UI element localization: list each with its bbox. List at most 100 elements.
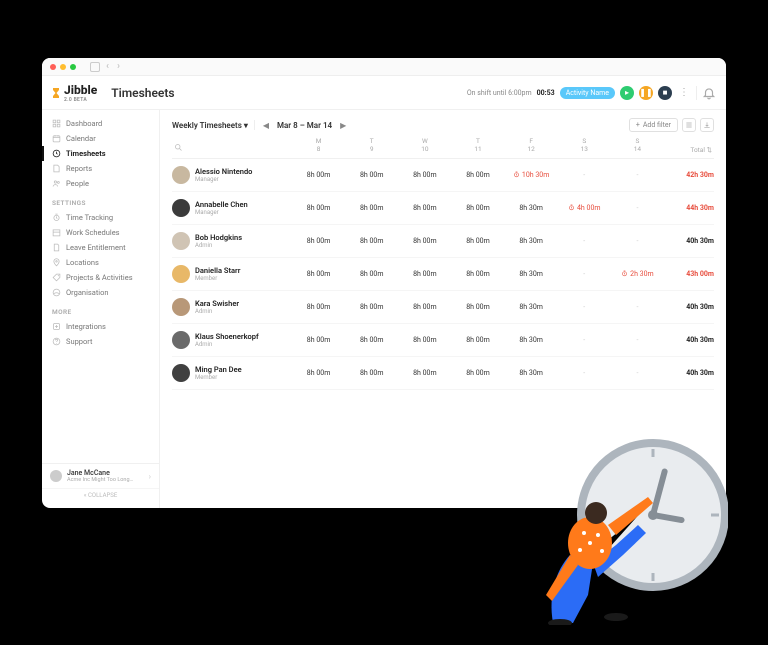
hours-cell: 8h 00m xyxy=(451,270,504,278)
day-column[interactable]: S13 xyxy=(558,138,611,154)
hours-cell: 8h 00m xyxy=(398,369,451,377)
hours-cell: 8h 00m xyxy=(398,171,451,179)
shift-elapsed: 00:53 xyxy=(537,89,555,97)
hours-cell: 8h 00m xyxy=(398,270,451,278)
export-button[interactable] xyxy=(700,118,714,132)
hours-cell: - xyxy=(558,270,611,278)
sidebar-item-people[interactable]: People xyxy=(42,176,159,191)
hours-cell: 8h 00m xyxy=(451,336,504,344)
table-row[interactable]: Daniella StarrMember8h 00m8h 00m8h 00m8h… xyxy=(172,258,714,291)
window-minimize-icon[interactable] xyxy=(60,64,66,70)
sidebar-item-label: Dashboard xyxy=(66,119,102,128)
sidebar-item-label: Time Tracking xyxy=(66,213,113,222)
brand-name: Jibble xyxy=(64,83,97,97)
hours-cell: 8h 30m xyxy=(505,369,558,377)
table-row[interactable]: Klaus ShoenerkopfAdmin8h 00m8h 00m8h 00m… xyxy=(172,324,714,357)
sidebar-item-integrations[interactable]: Integrations xyxy=(42,319,159,334)
settings-button[interactable] xyxy=(682,118,696,132)
day-column[interactable]: W10 xyxy=(398,138,451,154)
table-row[interactable]: Alessio NintendoManager8h 00m8h 00m8h 00… xyxy=(172,159,714,192)
reports-icon xyxy=(52,164,61,173)
search-column[interactable] xyxy=(172,143,292,154)
collapse-button[interactable]: « COLLAPSE xyxy=(42,488,159,502)
day-column[interactable]: T11 xyxy=(451,138,504,154)
shift-label: On shift until 6:00pm xyxy=(467,89,532,97)
nav-back-icon[interactable]: ‹ xyxy=(104,61,111,72)
window-close-icon[interactable] xyxy=(50,64,56,70)
download-icon xyxy=(703,121,711,129)
person-role: Member xyxy=(195,275,240,282)
sidebar-item-dashboard[interactable]: Dashboard xyxy=(42,116,159,131)
hours-cell: 8h 00m xyxy=(398,336,451,344)
activity-pill[interactable]: Activity Name xyxy=(560,87,615,99)
day-column[interactable]: S14 xyxy=(611,138,664,154)
table-row[interactable]: Ming Pan DeeMember8h 00m8h 00m8h 00m8h 0… xyxy=(172,357,714,390)
sidebar-item-organisation[interactable]: Organisation xyxy=(42,285,159,300)
hours-cell: 8h 00m xyxy=(451,204,504,212)
sidebar-user[interactable]: Jane McCane Acme Inc Might Too Long… › xyxy=(42,463,159,488)
hours-cell: - xyxy=(611,303,664,311)
view-selector[interactable]: Weekly Timesheets ▾ xyxy=(172,121,248,130)
sidebar-item-locations[interactable]: Locations xyxy=(42,255,159,270)
range-prev-icon[interactable]: ◀ xyxy=(261,121,271,130)
day-column[interactable]: F12 xyxy=(505,138,558,154)
sidebar-item-label: Leave Entitlement xyxy=(66,243,126,252)
avatar xyxy=(172,199,190,217)
sidebar-item-leave-entitlement[interactable]: Leave Entitlement xyxy=(42,240,159,255)
hours-cell: 8h 30m xyxy=(505,303,558,311)
sidebar-item-calendar[interactable]: Calendar xyxy=(42,131,159,146)
person-cell: Daniella StarrMember xyxy=(172,265,292,283)
person-name: Ming Pan Dee xyxy=(195,365,242,374)
person-cell: Annabelle ChenManager xyxy=(172,199,292,217)
sidebar-item-timesheets[interactable]: Timesheets xyxy=(42,146,159,161)
sidebar-item-reports[interactable]: Reports xyxy=(42,161,159,176)
overtime-icon xyxy=(568,204,575,211)
person-role: Manager xyxy=(195,209,248,216)
sidebar-item-support[interactable]: Support xyxy=(42,334,159,349)
chevron-right-icon: › xyxy=(149,472,151,481)
day-column[interactable]: M8 xyxy=(292,138,345,154)
hours-cell: - xyxy=(611,237,664,245)
hours-cell: 8h 00m xyxy=(345,369,398,377)
timesheets-icon xyxy=(52,149,61,158)
overtime-icon xyxy=(513,171,520,178)
add-filter-button[interactable]: + Add filter xyxy=(629,118,678,132)
hours-cell: 8h 00m xyxy=(292,237,345,245)
avatar xyxy=(172,265,190,283)
range-next-icon[interactable]: ▶ xyxy=(338,121,348,130)
sidebar-item-label: Organisation xyxy=(66,288,109,297)
total-header[interactable]: Total ⇅ xyxy=(664,146,714,154)
table-row[interactable]: Kara SwisherAdmin8h 00m8h 00m8h 00m8h 00… xyxy=(172,291,714,324)
sidebar-item-time-tracking[interactable]: Time Tracking xyxy=(42,210,159,225)
hours-cell: - xyxy=(611,336,664,344)
window-titlebar: ‹ › xyxy=(42,58,726,76)
table-row[interactable]: Annabelle ChenManager8h 00m8h 00m8h 00m8… xyxy=(172,192,714,225)
date-range[interactable]: Mar 8 – Mar 14 xyxy=(277,121,332,130)
sidebar-section-settings: SETTINGS xyxy=(42,191,159,210)
sidebar-toggle-icon[interactable] xyxy=(90,62,100,72)
table-header: M8T9W10T11F12S13S14 Total ⇅ xyxy=(172,138,714,159)
window-zoom-icon[interactable] xyxy=(70,64,76,70)
table-row[interactable]: Bob HodgkinsAdmin8h 00m8h 00m8h 00m8h 00… xyxy=(172,225,714,258)
total-cell: 40h 30m xyxy=(664,237,714,245)
brand-logo[interactable]: Jibble 2.0 BETA xyxy=(50,83,97,103)
tag-icon xyxy=(52,273,61,282)
bell-icon[interactable] xyxy=(702,86,716,100)
total-cell: 40h 30m xyxy=(664,336,714,344)
dashboard-icon xyxy=(52,119,61,128)
status-stop-icon[interactable]: ■ xyxy=(658,86,672,100)
sidebar-item-label: Reports xyxy=(66,164,92,173)
total-cell: 43h 00m xyxy=(664,270,714,278)
avatar xyxy=(172,331,190,349)
status-play-icon[interactable]: ▸ xyxy=(620,86,634,100)
nav-forward-icon[interactable]: › xyxy=(115,61,122,72)
person-name: Alessio Nintendo xyxy=(195,167,252,176)
hours-cell: 8h 00m xyxy=(292,204,345,212)
status-pause-icon[interactable]: ❚❚ xyxy=(639,86,653,100)
hours-cell: 8h 00m xyxy=(345,204,398,212)
day-column[interactable]: T9 xyxy=(345,138,398,154)
sidebar-item-work-schedules[interactable]: Work Schedules xyxy=(42,225,159,240)
hours-cell: 8h 30m xyxy=(505,270,558,278)
sidebar-item-projects-activities[interactable]: Projects & Activities xyxy=(42,270,159,285)
more-menu-icon[interactable]: ⋮ xyxy=(677,87,691,98)
